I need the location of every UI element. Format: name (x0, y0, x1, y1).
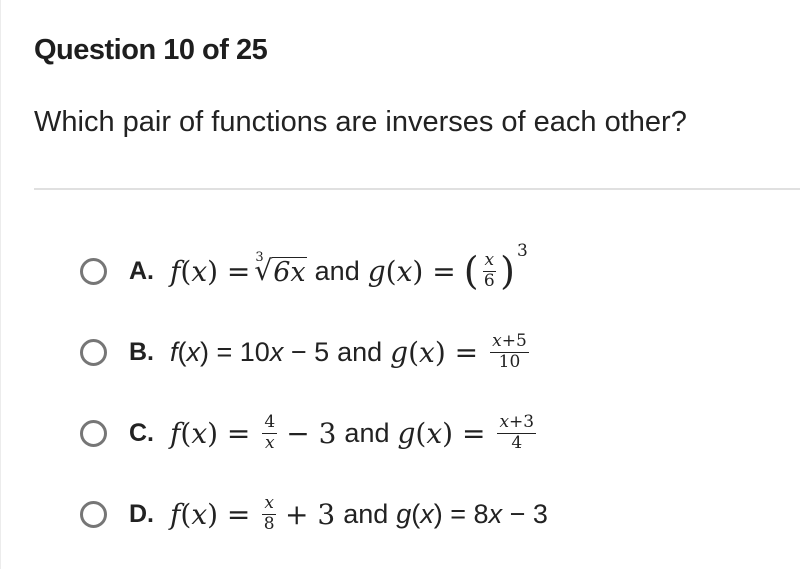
cube-root-a: 3 √ 6x (254, 250, 307, 289)
option-expression-b: f(x) = 10x − 5 and g(x) = x+5 10 (170, 330, 533, 372)
option-letter-c: C. (129, 418, 154, 447)
f-expression-b: f(x) = 10x − 5 (170, 336, 330, 367)
f-lhs-d: f(x) = (170, 497, 251, 531)
answer-option-d[interactable]: D. f(x) = x 8 + 3 and g(x) = 8x − 3 (80, 486, 548, 542)
radio-button-a[interactable] (80, 257, 107, 285)
right-paren: ) (500, 249, 515, 293)
g-lhs-b: g(x) = (390, 335, 479, 369)
radicand: 6x (272, 257, 307, 289)
g-expression-d: g(x) = 8x − 3 (396, 498, 548, 529)
option-letter-b: B. (129, 337, 154, 366)
option-expression-a: f(x) = 3 √ 6x and g(x) = ( x 6 ) 3 (170, 241, 528, 293)
answer-option-b[interactable]: B. f(x) = 10x − 5 and g(x) = x+5 10 (80, 324, 533, 380)
f-lhs-c: f(x) = (170, 416, 251, 450)
divider (34, 188, 800, 190)
option-expression-d: f(x) = x 8 + 3 and g(x) = 8x − 3 (170, 492, 548, 534)
connector-a: and (314, 255, 360, 286)
f-fraction-c: 4 x (262, 411, 278, 453)
question-number-heading: Question 10 of 25 (34, 34, 268, 66)
question-prompt: Which pair of functions are inverses of … (34, 106, 687, 138)
root-index: 3 (255, 250, 264, 266)
radio-button-d[interactable] (80, 500, 107, 528)
f-tail-d: + 3 (285, 497, 336, 531)
exponent-a: 3 (516, 241, 528, 261)
f-lhs-a: f(x) = (170, 254, 251, 288)
answer-option-c[interactable]: C. f(x) = 4 x − 3 and g(x) = x+3 4 (80, 405, 540, 461)
answer-option-a[interactable]: A. f(x) = 3 √ 6x and g(x) = ( x 6 ) 3 (80, 241, 528, 299)
g-lhs-a: g(x) = (367, 254, 456, 288)
option-expression-c: f(x) = 4 x − 3 and g(x) = x+3 4 (170, 411, 540, 453)
connector-b: and (337, 336, 383, 367)
g-fraction-a: x 6 (482, 249, 497, 291)
radio-button-c[interactable] (80, 419, 107, 447)
connector-c: and (344, 417, 390, 448)
g-lhs-c: g(x) = (397, 416, 486, 450)
g-fraction-b: x+5 10 (490, 330, 529, 372)
option-letter-a: A. (129, 256, 154, 285)
left-paren: ( (463, 249, 479, 293)
radio-button-b[interactable] (80, 338, 107, 366)
f-tail-c: − 3 (286, 416, 337, 450)
option-letter-d: D. (129, 499, 154, 528)
page-left-border (0, 0, 1, 569)
f-fraction-d: x 8 (262, 492, 276, 534)
g-fraction-c: x+3 4 (497, 411, 537, 453)
connector-d: and (343, 498, 389, 529)
